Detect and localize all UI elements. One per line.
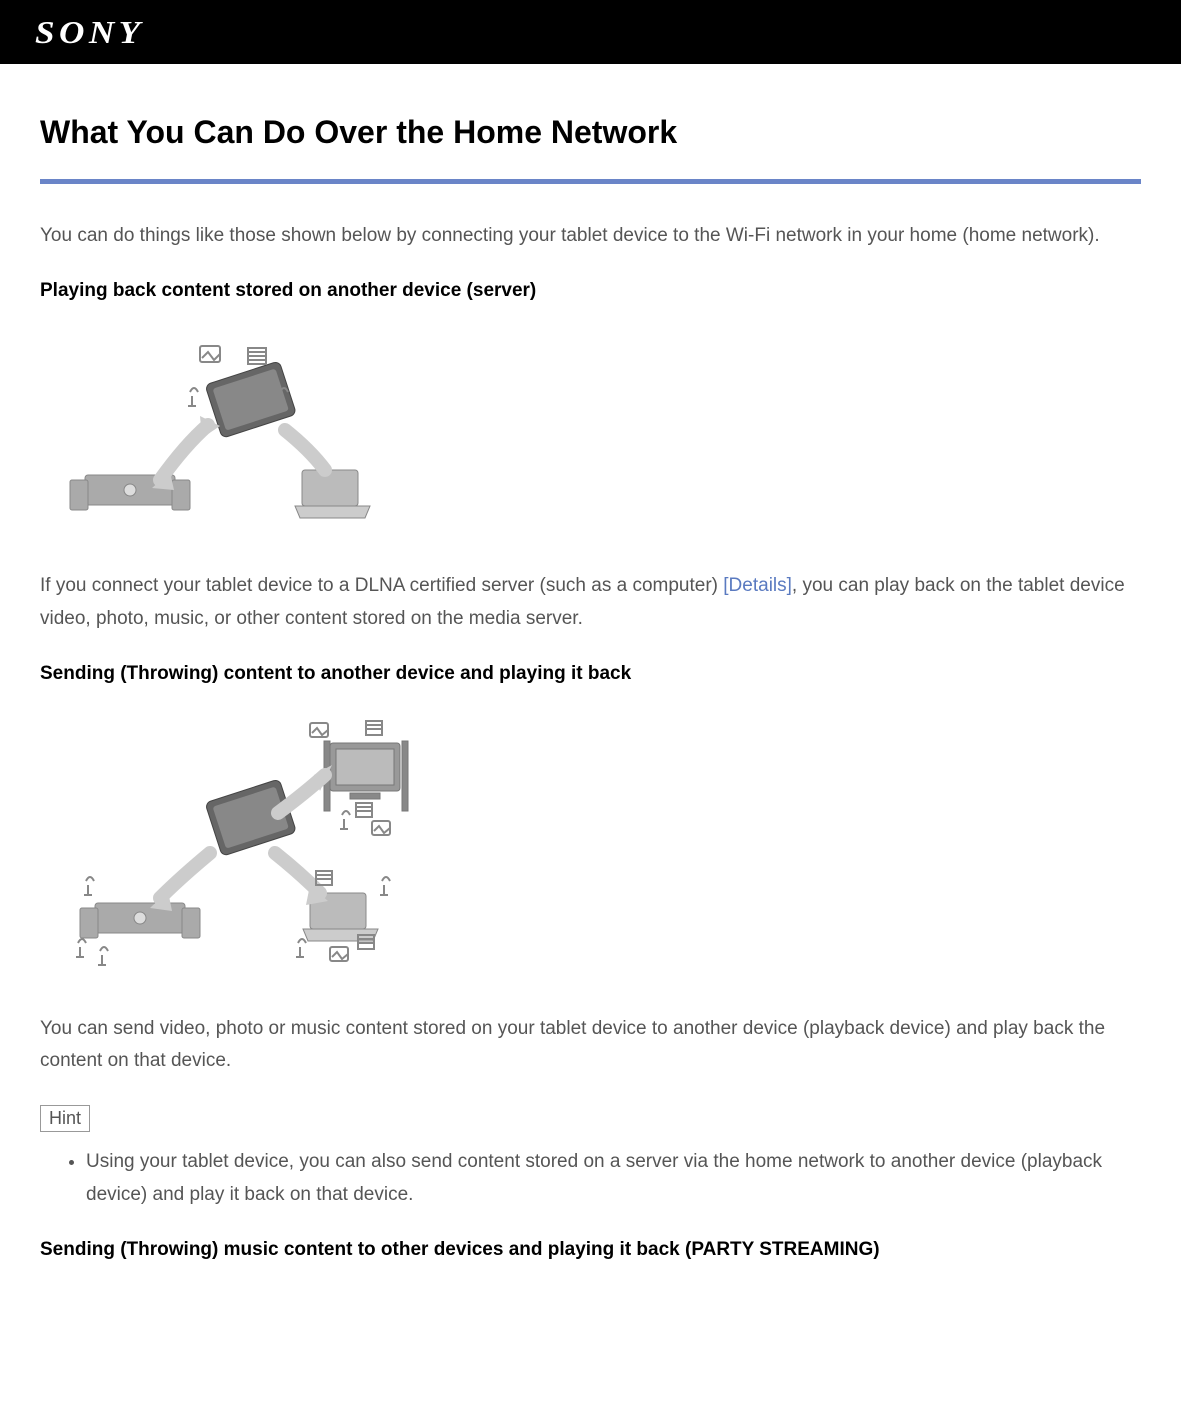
title-rule bbox=[40, 179, 1141, 184]
diagram-throwing bbox=[40, 713, 1141, 973]
hint-list: Using your tablet device, you can also s… bbox=[40, 1146, 1141, 1211]
page-title: What You Can Do Over the Home Network bbox=[40, 114, 1141, 151]
brand-logo: SONY bbox=[35, 14, 145, 51]
section2-body: You can send video, photo or music conte… bbox=[40, 1013, 1141, 1078]
section3-heading: Sending (Throwing) music content to othe… bbox=[40, 1239, 1141, 1261]
details-link[interactable]: [Details] bbox=[723, 575, 792, 596]
section1-body: If you connect your tablet device to a D… bbox=[40, 570, 1141, 635]
hint-item: Using your tablet device, you can also s… bbox=[86, 1146, 1141, 1211]
intro-text: You can do things like those shown below… bbox=[40, 220, 1141, 252]
hint-block: Hint Using your tablet device, you can a… bbox=[40, 1105, 1141, 1211]
section1-body-prefix: If you connect your tablet device to a D… bbox=[40, 575, 723, 596]
section1-heading: Playing back content stored on another d… bbox=[40, 280, 1141, 302]
content-area: What You Can Do Over the Home Network Yo… bbox=[0, 64, 1181, 1329]
section2-heading: Sending (Throwing) content to another de… bbox=[40, 663, 1141, 685]
hint-label: Hint bbox=[40, 1105, 90, 1132]
diagram-playback bbox=[40, 330, 1141, 530]
header-bar: SONY bbox=[0, 0, 1181, 64]
